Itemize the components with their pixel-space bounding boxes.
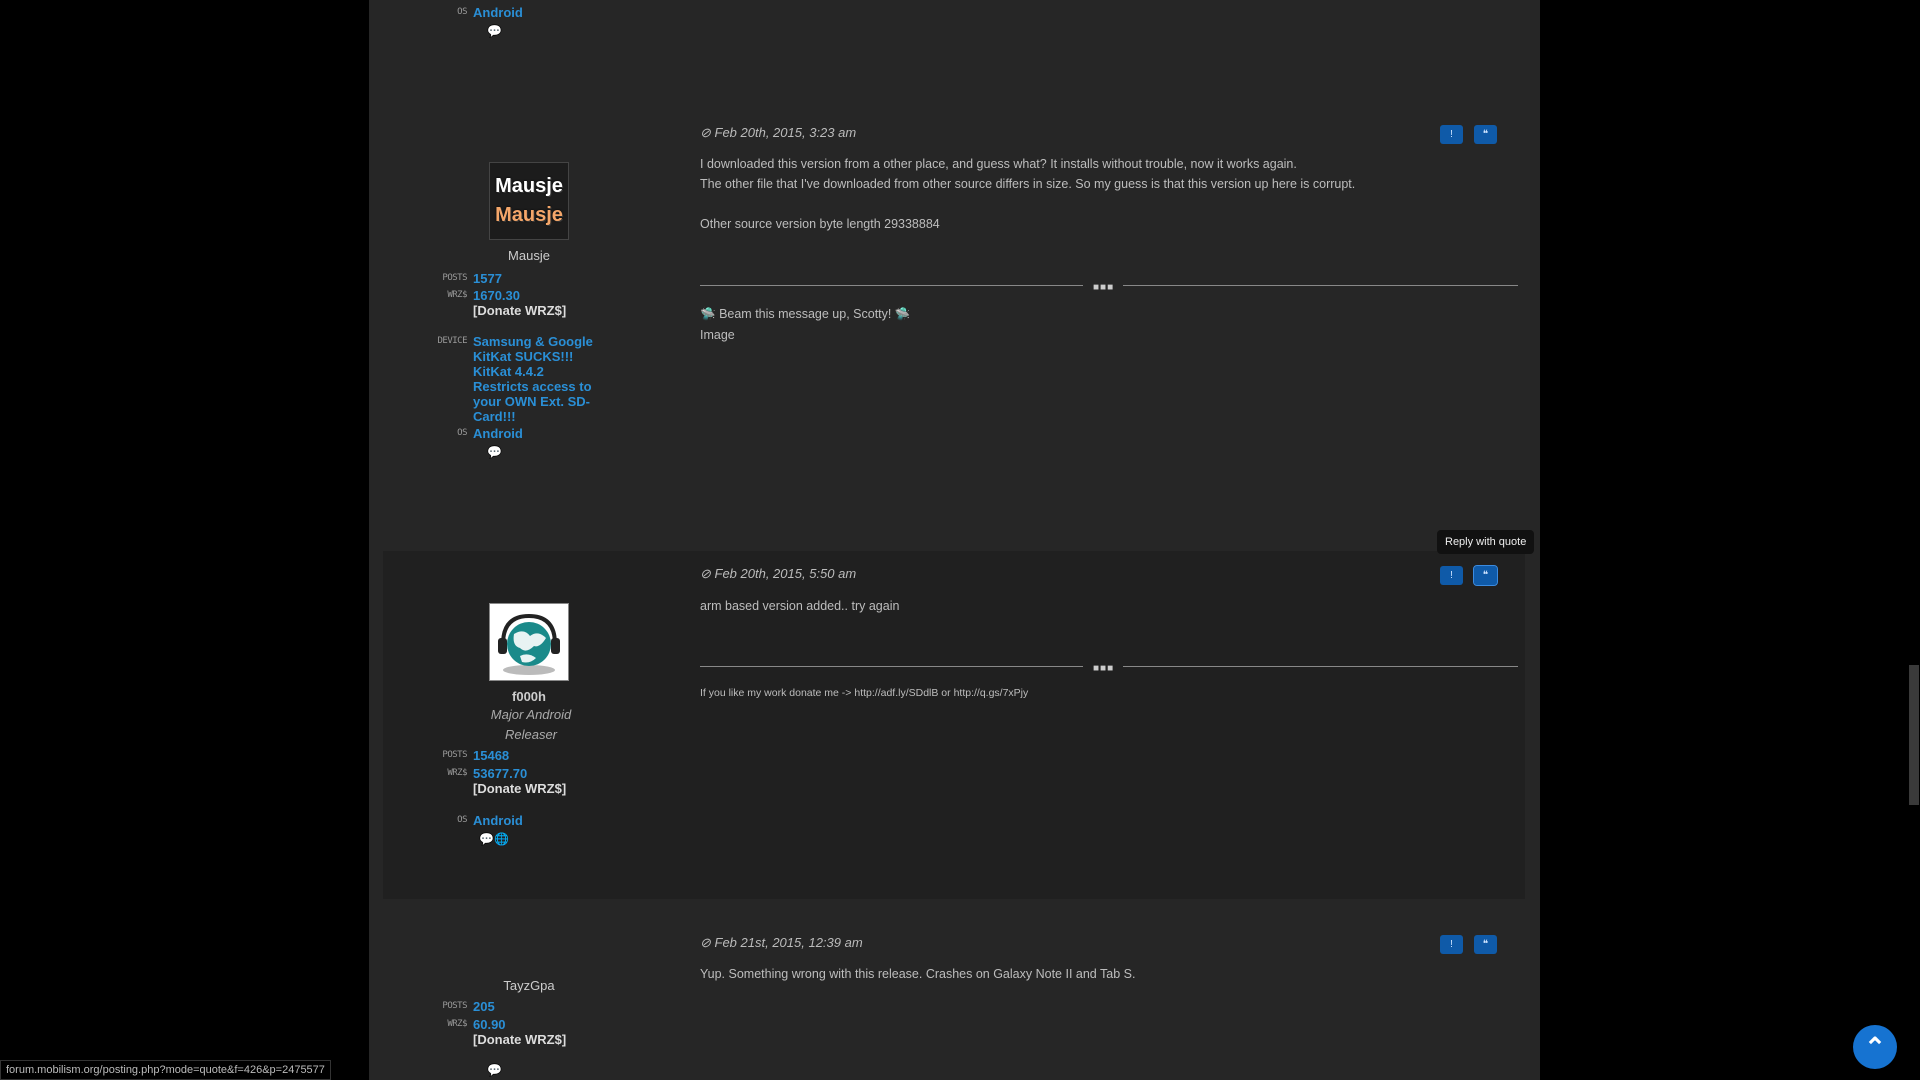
message-blank [700, 194, 1355, 214]
comment-icon[interactable]: 💬 [487, 24, 502, 38]
post-date: ⊘ Feb 20th, 2015, 3:23 am [700, 125, 857, 140]
username[interactable]: f000h [383, 689, 675, 704]
signature-line[interactable]: If you like my work donate me -> http://… [700, 687, 1028, 699]
tooltip: Reply with quote [1437, 530, 1535, 554]
status-bar-url: forum.mobilism.org/posting.php?mode=quot… [0, 1060, 331, 1080]
posts-count-link[interactable]: 205 [473, 999, 598, 1014]
signature-line: 🛸 Beam this message up, Scotty! 🛸 [700, 307, 911, 321]
post-mausje: ⊘ Feb 20th, 2015, 3:23 am ! ❝ Mausje Mau… [383, 90, 1525, 550]
ufo-icon: 🛸 [894, 307, 911, 321]
posts-label: POSTS [442, 750, 467, 760]
wrzs-value-link[interactable]: 53677.70 [473, 766, 598, 781]
globe-headphones-icon [498, 613, 560, 675]
wrzs-label: WRZ$ [447, 1019, 467, 1029]
reply-with-quote-button[interactable]: ❝ [1473, 565, 1498, 586]
post-date: ⊘ Feb 21st, 2015, 12:39 am [700, 935, 863, 950]
post-message: I downloaded this version from a other p… [700, 154, 1355, 234]
post-f000h: ⊘ Feb 20th, 2015, 5:50 am ! ❝ f000h Majo… [383, 551, 1525, 899]
avatar-text: Mausje [495, 175, 563, 197]
os-value-link[interactable]: Android [473, 5, 598, 20]
reply-with-quote-button[interactable]: ❝ [1474, 935, 1497, 954]
wrzs-value-link[interactable]: 1670.30 [473, 288, 598, 303]
contact-icons: 💬🌐 [479, 832, 509, 846]
clock-icon: ⊘ [700, 566, 715, 581]
os-value-link[interactable]: Android [473, 813, 598, 828]
device-label: DEVICE [437, 336, 467, 346]
post-message: Yup. Something wrong with this release. … [700, 964, 1135, 984]
reply-with-quote-button[interactable]: ❝ [1474, 125, 1497, 144]
message-line: I downloaded this version from a other p… [700, 157, 1297, 171]
donate-link[interactable]: [Donate WRZ$] [473, 1032, 598, 1047]
message-line: The other file that I've downloaded from… [700, 177, 1356, 191]
scrollbar-thumb[interactable] [1909, 665, 1919, 805]
post-tayzgpa: ⊘ Feb 21st, 2015, 12:39 am ! ❝ TayzGpa P… [383, 905, 1525, 1080]
message-line: Yup. Something wrong with this release. … [700, 967, 1136, 981]
user-rank: Major Android Releaser [490, 707, 572, 742]
forum-page: OS Android 💬 ⊘ Feb 20th, 2015, 3:23 am !… [369, 0, 1540, 1080]
posts-count-link[interactable]: 15468 [473, 748, 598, 763]
wrzs-value-link[interactable]: 60.90 [473, 1017, 598, 1032]
avatar[interactable]: Mausje Mausje [489, 162, 569, 240]
posts-label: POSTS [442, 273, 467, 283]
donate-link[interactable]: [Donate WRZ$] [473, 781, 598, 796]
device-value-link[interactable]: Samsung & Google KitKat SUCKS!!! KitKat … [473, 334, 598, 424]
post-message: arm based version added.. try again [700, 596, 899, 616]
post-date: ⊘ Feb 20th, 2015, 5:50 am [700, 566, 857, 581]
wrzs-label: WRZ$ [447, 768, 467, 778]
donate-link[interactable]: [Donate WRZ$] [473, 303, 598, 318]
avatar-text: Mausje [495, 204, 563, 226]
signature: 🛸 Beam this message up, Scotty! 🛸 Image [700, 304, 910, 346]
signature-image-link[interactable]: Image [700, 325, 910, 346]
avatar[interactable] [489, 603, 569, 681]
clock-icon: ⊘ [700, 935, 715, 950]
comment-icon[interactable]: 💬 [479, 832, 494, 846]
ufo-icon: 🛸 [700, 307, 716, 321]
posts-count-link[interactable]: 1577 [473, 271, 598, 286]
signature-divider: ■■■ [700, 663, 1518, 674]
os-label: OS [457, 7, 467, 17]
comment-icon[interactable]: 💬 [487, 445, 502, 459]
username[interactable]: TayzGpa [383, 978, 675, 993]
report-button[interactable]: ! [1440, 125, 1463, 144]
report-button[interactable]: ! [1440, 566, 1463, 585]
signature-divider: ■■■ [700, 282, 1518, 293]
website-globe-icon[interactable]: 🌐 [494, 832, 509, 846]
previous-post-tail: OS Android 💬 [383, 0, 1525, 86]
clock-icon: ⊘ [700, 125, 715, 140]
posts-label: POSTS [442, 1001, 467, 1011]
comment-icon[interactable]: 💬 [487, 1063, 502, 1077]
report-button[interactable]: ! [1440, 935, 1463, 954]
message-line: Other source version byte length 2933888… [700, 217, 940, 231]
signature: If you like my work donate me -> http://… [700, 687, 1028, 699]
os-label: OS [457, 428, 467, 438]
os-value-link[interactable]: Android [473, 426, 598, 441]
message-line: arm based version added.. try again [700, 599, 900, 613]
chevron-up-icon[interactable]: ⌃ [1853, 1025, 1897, 1069]
os-label: OS [457, 815, 467, 825]
wrzs-label: WRZ$ [447, 290, 467, 300]
username[interactable]: Mausje [383, 248, 675, 263]
